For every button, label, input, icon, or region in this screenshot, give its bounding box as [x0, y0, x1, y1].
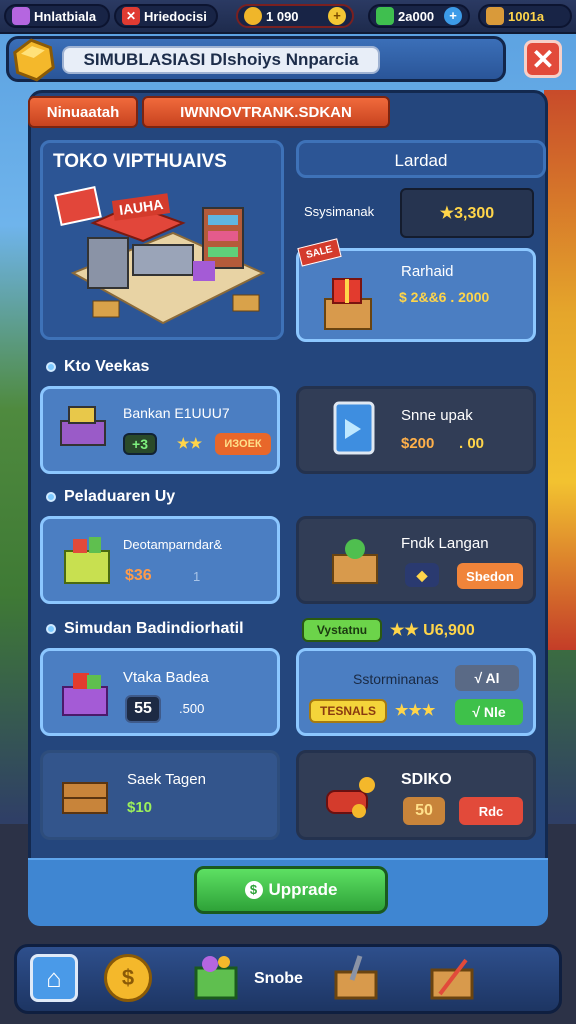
item-name: Snne upak — [401, 407, 473, 424]
item-name: SDIKO — [401, 771, 452, 788]
item-card-sdiko[interactable]: SDIKO 50 Rdc — [296, 750, 536, 840]
item-card-vtaka[interactable]: Vtaka Badea 55 .500 — [40, 648, 280, 736]
item-extra: 1 — [193, 569, 201, 584]
section-3-text: Simudan Badindiorhatil — [64, 620, 244, 637]
rarhaid-price: $ 2&&6 . 2000 — [399, 289, 490, 305]
section-label-2: Peladuaren Uy — [46, 488, 175, 506]
window-title: SIMUBLASIASI Dlshoiys Nnparcia — [62, 46, 380, 74]
coin-bag-icon: ◆ — [405, 563, 439, 587]
item-extra: .500 — [179, 701, 205, 716]
tab-2[interactable]: IWNNOVTRANK.SDKAN — [142, 96, 390, 128]
item-card-saek[interactable]: Saek Tagen $10 — [40, 750, 280, 840]
register-icon — [60, 406, 106, 446]
gift-box-icon — [324, 278, 372, 330]
item-extra: . 00 — [459, 435, 485, 452]
star-rating-icon: ★★★ — [395, 702, 436, 719]
item-count: 55 — [125, 695, 161, 723]
item-name: Fndk Langan — [401, 535, 489, 552]
item-name: Vtaka Badea — [123, 669, 209, 686]
item-number: 50 — [403, 797, 445, 825]
item-name: Saek Tagen — [127, 771, 206, 788]
resource-pill-1[interactable]: Hnlatbiala — [4, 4, 110, 28]
add-coin-icon[interactable]: + — [328, 7, 346, 25]
coin-icon — [244, 7, 262, 25]
item-card-bankan[interactable]: Bankan E1UUU7 +3 ★★ ИЗОЕК — [40, 386, 280, 474]
item-name: Deotamparndar& — [123, 537, 222, 552]
toolbox-icon[interactable] — [330, 950, 384, 1004]
coin-value: 1 090 — [266, 8, 299, 24]
item-price: $200 — [401, 435, 435, 452]
gold-pill[interactable]: 1001a — [478, 4, 572, 28]
item-card-snne[interactable]: Snne upak $200 . 00 — [296, 386, 536, 474]
section-3-value: ★★ U6,900 — [390, 622, 475, 639]
purple-gem-icon — [12, 7, 30, 25]
building-wall — [544, 90, 576, 650]
phone-device-icon — [333, 401, 375, 455]
rarhaid-card[interactable]: SALE Rarhaid $ 2&&6 . 2000 — [296, 238, 536, 342]
shopping-cart-icon[interactable] — [190, 950, 244, 1004]
coin-pill[interactable]: 1 090 + — [236, 4, 354, 28]
upgrade-label: Upprade — [268, 880, 338, 899]
resource-bar: Hnlatbiala ✕ Hriedocisi 1 090 + 2a000 + … — [0, 0, 576, 34]
section-label-1: Kto Veekas — [46, 358, 149, 376]
close-button[interactable]: ✕ — [524, 40, 562, 78]
lardad-header: Lardad — [296, 140, 546, 178]
purple-toybox-icon — [62, 673, 108, 716]
star-rating-icon: ★★ — [177, 435, 203, 451]
bottom-nav-label: Snobe — [254, 970, 303, 987]
wooden-crate-icon — [62, 782, 108, 814]
item-button-2[interactable]: √ Nle — [455, 699, 523, 725]
cash-icon — [376, 7, 394, 25]
shopping-basket-icon — [64, 537, 110, 584]
crate-tools-icon[interactable] — [426, 950, 480, 1004]
bullet-icon — [46, 624, 56, 634]
gold-gem-icon — [13, 38, 55, 82]
item-action-button[interactable]: Rdc — [459, 797, 523, 825]
crossed-tools-icon: ✕ — [122, 7, 140, 25]
resource-2-label: Hriedocisi — [144, 8, 207, 24]
item-card-sstorm[interactable]: Sstorminanas √ Al TESNALS ★★★ √ Nle — [296, 648, 536, 736]
item-card-fndk[interactable]: Fndk Langan ◆ Sbedon — [296, 516, 536, 604]
dollar-coin-icon: $ — [244, 881, 263, 899]
gold-value: 1001a — [508, 8, 545, 24]
lardad-label: Ssysimanak — [304, 204, 375, 219]
item-tag: +3 — [123, 433, 157, 455]
dynamite-coins-icon — [326, 777, 375, 818]
bullet-icon — [46, 362, 56, 372]
upgrade-button[interactable]: $ Upprade — [194, 866, 388, 914]
rarhaid-name: Rarhaid — [401, 263, 454, 280]
item-price: $36 — [125, 567, 152, 584]
section-label-3: Simudan Badindiorhatil — [46, 620, 244, 638]
section-2-text: Peladuaren Uy — [64, 488, 176, 505]
cash-value: 2a000 — [398, 8, 435, 24]
bullet-icon — [46, 492, 56, 502]
section-1-text: Kto Veekas — [64, 358, 150, 375]
cash-pill[interactable]: 2a000 + — [368, 4, 470, 28]
crate-plant-icon — [332, 539, 378, 584]
section-3-badge: Vystatnu — [302, 618, 382, 642]
item-name: Sstorminanas — [353, 671, 439, 687]
add-cash-icon[interactable]: + — [444, 7, 462, 25]
item-price: $10 — [127, 799, 153, 816]
shop-preview-card: TOKO VIPTHUAIVS IAUHA — [40, 140, 284, 340]
lardad-value-button[interactable]: ★3,300 — [400, 188, 534, 238]
tab-1[interactable]: Ninuaatah — [28, 96, 138, 128]
item-action-button[interactable]: Sbedon — [457, 563, 523, 589]
resource-pill-2[interactable]: ✕ Hriedocisi — [114, 4, 218, 28]
home-icon[interactable]: ⌂ — [30, 954, 78, 1002]
resource-1-label: Hnlatbiala — [34, 8, 97, 24]
item-name: Bankan E1UUU7 — [123, 405, 230, 421]
coin-shop-icon[interactable]: $ — [104, 954, 152, 1002]
shop-title: TOKO VIPTHUAIVS — [53, 151, 227, 172]
item-tag: √ Al — [455, 665, 519, 691]
item-card-deotam[interactable]: Deotamparndar& $36 1 — [40, 516, 280, 604]
lardad-title: Lardad — [394, 151, 448, 170]
item-badge-button[interactable]: ИЗОЕК — [215, 433, 271, 455]
item-button-1[interactable]: TESNALS — [309, 699, 387, 723]
treasure-chest-icon — [486, 7, 504, 25]
